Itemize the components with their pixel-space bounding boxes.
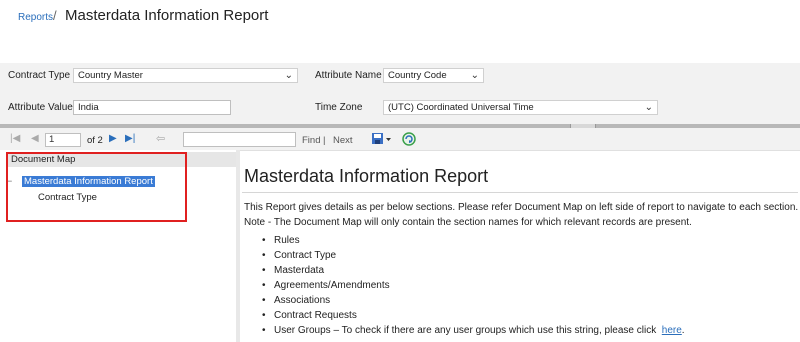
page-count: of 2 bbox=[87, 135, 103, 146]
last-page-icon[interactable]: ▶| bbox=[125, 133, 135, 144]
page-title: Masterdata Information Report bbox=[65, 7, 269, 24]
here-link[interactable]: here bbox=[662, 325, 682, 336]
user-groups-text: User Groups – To check if there are any … bbox=[274, 325, 657, 336]
contract-type-value: Country Master bbox=[78, 70, 143, 81]
chevron-down-icon: ⌄ bbox=[644, 102, 653, 113]
list-item: Contract Type bbox=[262, 248, 685, 263]
time-zone-label: Time Zone bbox=[315, 102, 363, 113]
next-page-icon[interactable]: ▶ bbox=[109, 133, 117, 144]
list-item: Contract Requests bbox=[262, 308, 685, 323]
refresh-icon bbox=[402, 132, 416, 146]
section-list: Rules Contract Type Masterdata Agreement… bbox=[262, 233, 685, 338]
previous-page-icon[interactable]: ◀ bbox=[31, 133, 39, 144]
report-toolbar bbox=[0, 128, 800, 151]
report-title: Masterdata Information Report bbox=[244, 166, 489, 186]
splitter[interactable] bbox=[236, 150, 240, 342]
chevron-down-icon: ⌄ bbox=[284, 70, 293, 81]
chevron-down-icon: ⌄ bbox=[470, 70, 479, 81]
find-input[interactable] bbox=[183, 132, 296, 147]
breadcrumb-separator: / bbox=[53, 8, 57, 23]
first-page-icon[interactable]: |◀ bbox=[10, 133, 20, 144]
find-button[interactable]: Find bbox=[302, 135, 320, 146]
attribute-name-label: Attribute Name bbox=[315, 70, 382, 81]
attribute-value-label: Attribute Value bbox=[8, 102, 73, 113]
list-item: Masterdata bbox=[262, 263, 685, 278]
attribute-value-text: India bbox=[78, 102, 99, 113]
list-item: Agreements/Amendments bbox=[262, 278, 685, 293]
time-zone-select[interactable]: (UTC) Coordinated Universal Time ⌄ bbox=[383, 100, 658, 115]
toolbar-separator: | bbox=[323, 135, 326, 146]
attribute-name-select[interactable]: Country Code ⌄ bbox=[383, 68, 484, 83]
report-intro: This Report gives details as per below s… bbox=[244, 202, 799, 213]
refresh-button[interactable] bbox=[401, 131, 417, 147]
report-note: Note - The Document Map will only contai… bbox=[244, 217, 692, 228]
attribute-name-value: Country Code bbox=[388, 70, 447, 81]
save-icon bbox=[372, 133, 391, 144]
highlight-annotation-box bbox=[6, 152, 187, 222]
contract-type-select[interactable]: Country Master ⌄ bbox=[73, 68, 298, 83]
title-rule bbox=[242, 192, 798, 193]
list-item: Rules bbox=[262, 233, 685, 248]
contract-type-label: Contract Type bbox=[8, 70, 71, 81]
page-number-input[interactable]: 1 bbox=[45, 133, 81, 147]
trailing-period: . bbox=[681, 325, 685, 336]
export-button[interactable] bbox=[371, 131, 395, 147]
list-item: Associations bbox=[262, 293, 685, 308]
breadcrumb-reports-link[interactable]: Reports bbox=[18, 12, 53, 23]
next-button[interactable]: Next bbox=[333, 135, 353, 146]
time-zone-value: (UTC) Coordinated Universal Time bbox=[388, 102, 534, 113]
attribute-value-input[interactable]: India bbox=[73, 100, 231, 115]
back-icon[interactable]: ⇦ bbox=[156, 132, 165, 145]
list-item-user-groups: User Groups – To check if there are any … bbox=[262, 323, 685, 338]
